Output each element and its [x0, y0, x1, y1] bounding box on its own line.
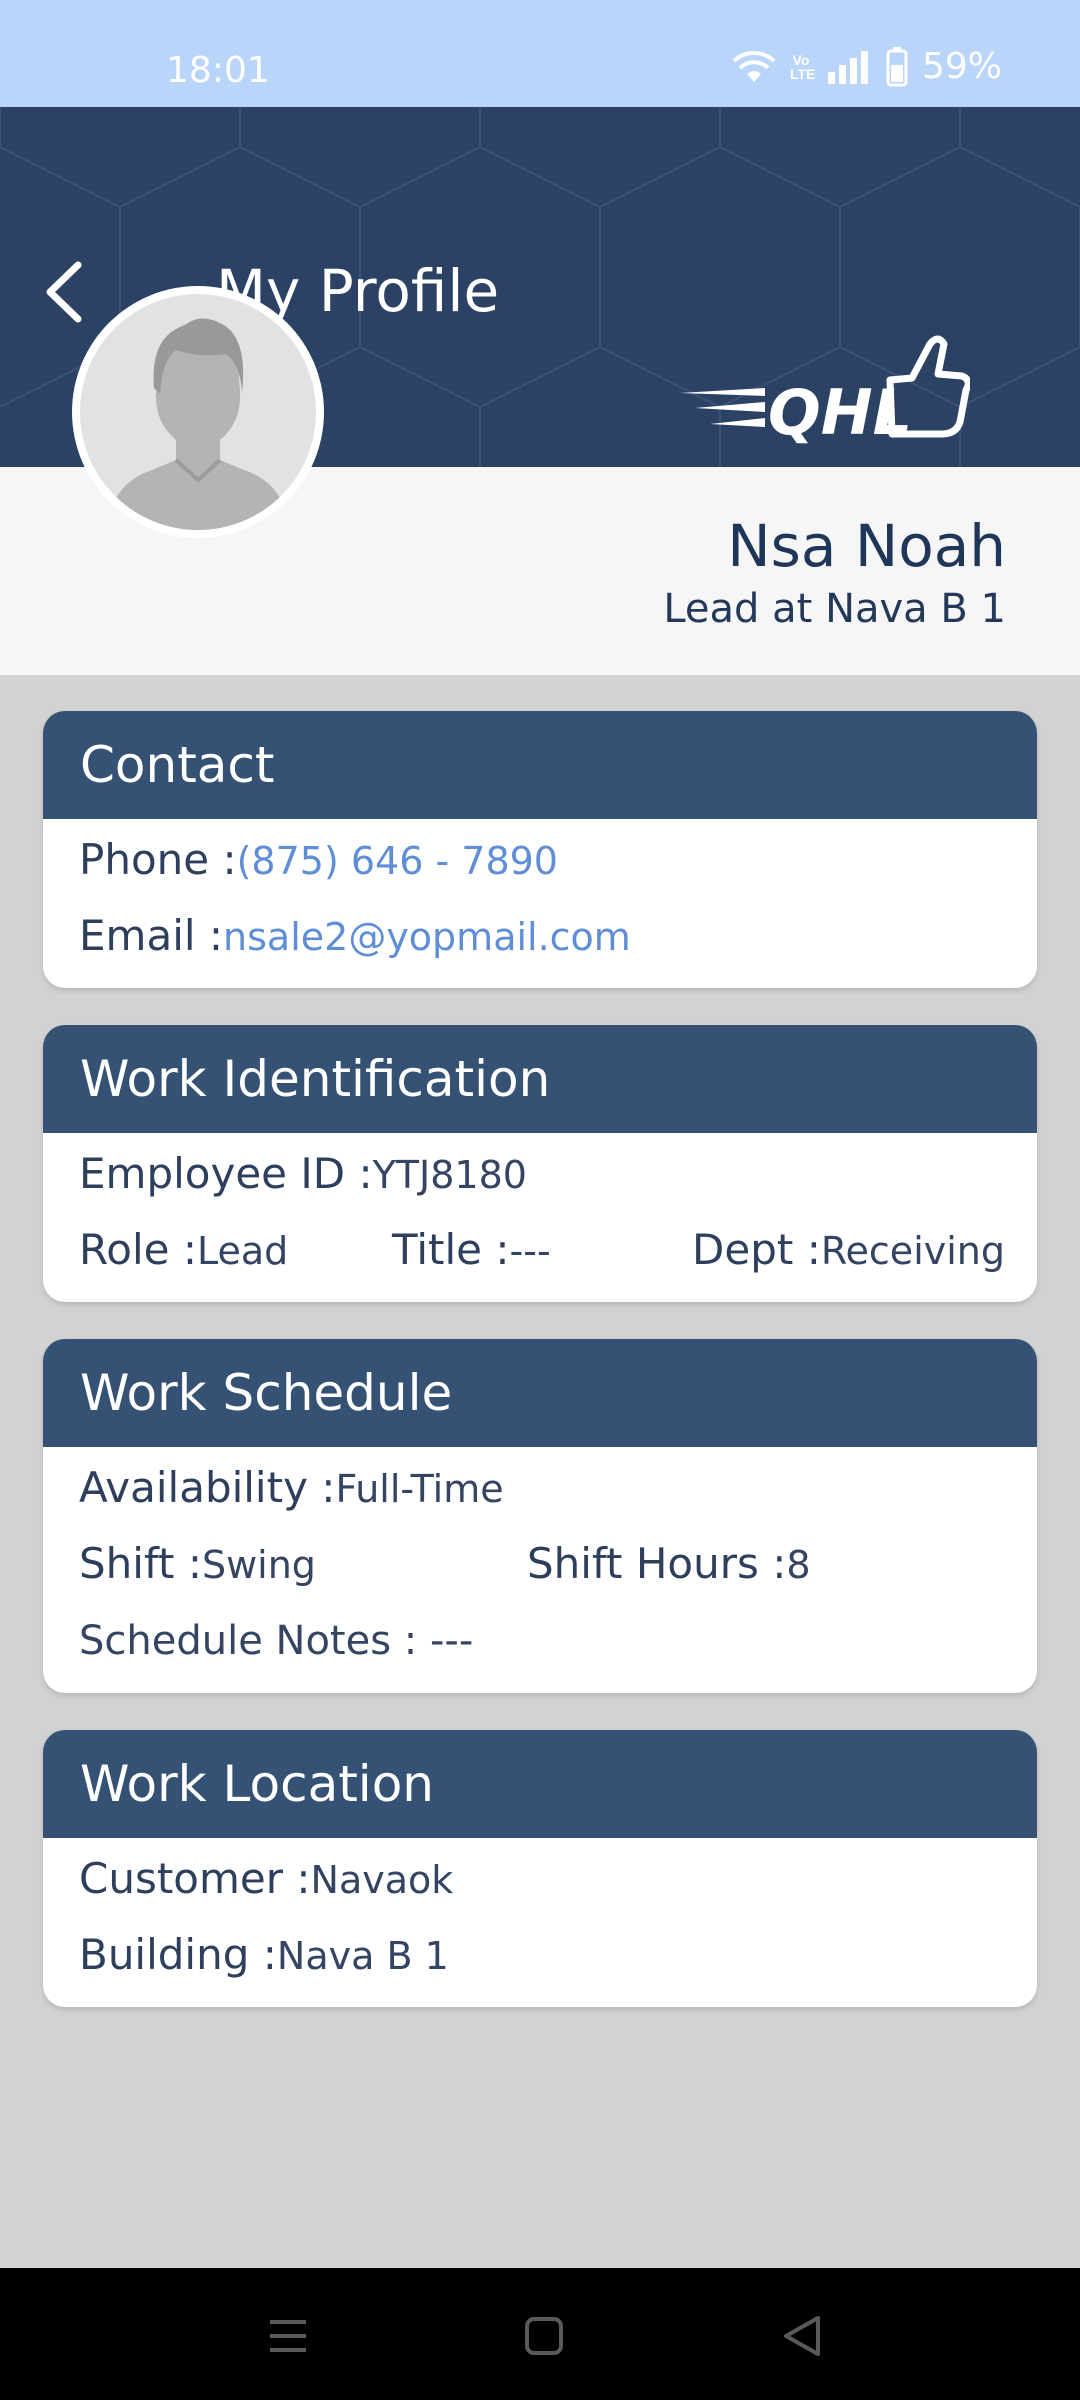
status-icons: Vo LTE 59%: [732, 46, 1002, 87]
shift-hours-row: Shift Hours :8: [527, 1539, 811, 1588]
phone-label: Phone :: [79, 835, 237, 884]
work-schedule-heading: Work Schedule: [43, 1339, 1037, 1447]
shift-value: Swing: [201, 1543, 316, 1587]
phone-row: Phone :(875) 646 - 7890: [79, 835, 558, 884]
profile-subtitle: Lead at Nava B 1: [663, 586, 1006, 632]
employee-id-label: Employee ID :: [79, 1149, 373, 1198]
home-nav-icon[interactable]: [524, 2316, 564, 2356]
role-value: Lead: [197, 1229, 289, 1273]
building-value: Nava B 1: [276, 1934, 449, 1978]
availability-value: Full-Time: [335, 1467, 504, 1511]
availability-row: Availability :Full-Time: [79, 1463, 504, 1512]
battery-percent: 59%: [921, 46, 1002, 87]
title-row: Title :---: [392, 1225, 551, 1274]
shift-label: Shift :: [79, 1539, 202, 1588]
back-nav-icon[interactable]: [782, 2314, 822, 2358]
customer-row: Customer :Navaok: [79, 1854, 453, 1903]
email-link[interactable]: nsale2@yopmail.com: [223, 915, 631, 959]
work-schedule-card: Work Schedule Availability :Full-Time Sh…: [43, 1339, 1037, 1693]
role-row: Role :Lead: [79, 1225, 288, 1274]
building-row: Building :Nava B 1: [79, 1930, 449, 1979]
avatar[interactable]: [72, 286, 324, 538]
qhl-logo: QHL: [680, 335, 970, 445]
wifi-icon: [732, 50, 776, 82]
menu-nav-icon[interactable]: [268, 2316, 308, 2356]
schedule-notes-row: Schedule Notes : ---: [79, 1615, 473, 1664]
contact-heading: Contact: [43, 711, 1037, 819]
status-time: 18:01: [166, 50, 270, 91]
building-label: Building :: [79, 1930, 277, 1979]
back-arrow-icon[interactable]: [40, 257, 90, 327]
email-row: Email :nsale2@yopmail.com: [79, 911, 631, 960]
battery-icon: [886, 46, 908, 86]
work-identification-card: Work Identification Employee ID :YTJ8180…: [43, 1025, 1037, 1302]
system-nav-bar: [0, 2268, 1080, 2400]
shift-hours-label: Shift Hours :: [527, 1539, 787, 1588]
customer-value: Navaok: [310, 1858, 454, 1902]
dept-label: Dept :: [692, 1225, 821, 1274]
dept-value: Receiving: [820, 1229, 1005, 1273]
profile-name: Nsa Noah: [727, 512, 1006, 580]
contact-card: Contact Phone :(875) 646 - 7890 Email :n…: [43, 711, 1037, 988]
work-identification-heading: Work Identification: [43, 1025, 1037, 1133]
shift-hours-value: 8: [786, 1543, 811, 1587]
phone-link[interactable]: (875) 646 - 7890: [237, 839, 558, 883]
role-label: Role :: [79, 1225, 198, 1274]
employee-id-row: Employee ID :YTJ8180: [79, 1149, 527, 1198]
title-value: ---: [509, 1229, 551, 1273]
email-label: Email :: [79, 911, 224, 960]
customer-label: Customer :: [79, 1854, 311, 1903]
volte-icon: Vo LTE: [789, 51, 816, 82]
work-location-heading: Work Location: [43, 1730, 1037, 1838]
dept-row: Dept :Receiving: [692, 1225, 1005, 1274]
availability-label: Availability :: [79, 1463, 336, 1512]
signal-icon: [827, 50, 868, 84]
employee-id-value: YTJ8180: [372, 1153, 527, 1197]
schedule-notes: Schedule Notes : ---: [79, 1618, 474, 1664]
work-location-card: Work Location Customer :Navaok Building …: [43, 1730, 1037, 2007]
status-bar: 18:01 Vo LTE 59%: [0, 0, 1080, 107]
avatar-placeholder-icon: [108, 318, 288, 530]
title-label: Title :: [392, 1225, 510, 1274]
shift-row: Shift :Swing: [79, 1539, 316, 1588]
